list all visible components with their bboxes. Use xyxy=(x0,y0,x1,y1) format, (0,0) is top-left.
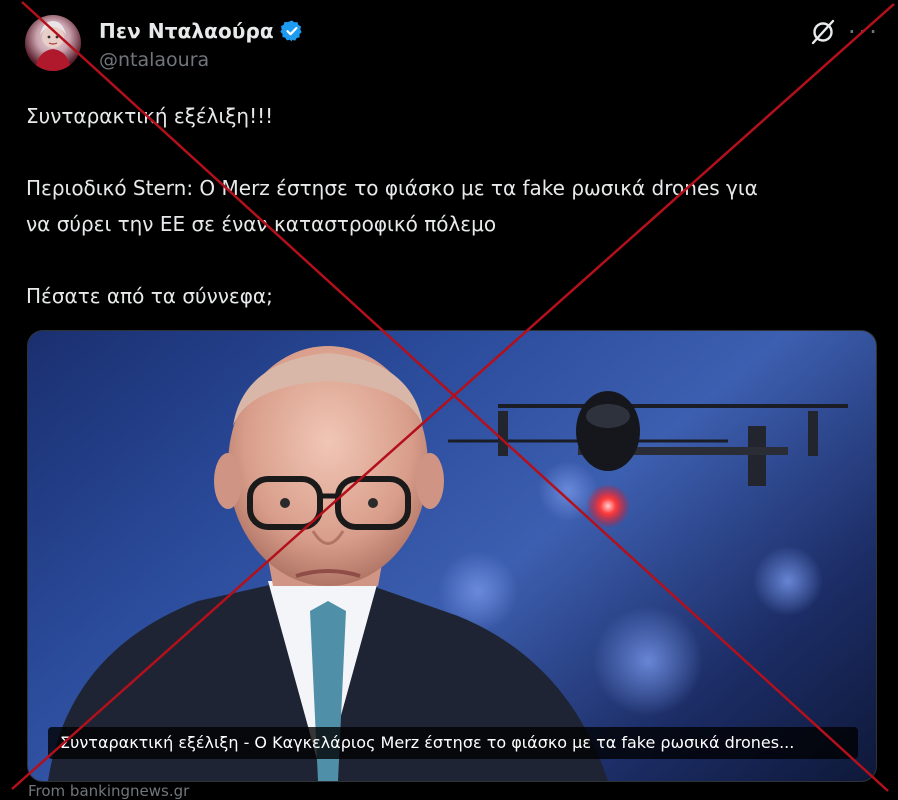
verified-badge-icon xyxy=(280,20,302,42)
news-photo xyxy=(48,346,848,781)
avatar[interactable] xyxy=(25,15,81,71)
tweet-text-line: Συνταρακτική εξέλιξη!!! xyxy=(26,104,274,128)
author-name-row: Πεν Νταλαούρα xyxy=(99,17,304,45)
tweet-text-line: Περιοδικό Stern: Ο Merz έστησε το φιάσκο… xyxy=(26,176,758,200)
card-source[interactable]: From bankingnews.gr xyxy=(28,782,189,800)
tweet: Πεν Νταλαούρα @ntalaoura ··· Συνταρακτικ… xyxy=(0,0,898,800)
author-handle[interactable]: @ntalaoura xyxy=(99,49,209,71)
link-card-image[interactable]: Συνταρακτική εξέλιξη - Ο Καγκελάριος Mer… xyxy=(27,330,877,782)
tweet-text-line: Πέσατε από τα σύννεφα; xyxy=(26,284,273,308)
card-caption: Συνταρακτική εξέλιξη - Ο Καγκελάριος Mer… xyxy=(48,727,858,759)
grok-icon[interactable] xyxy=(808,17,838,47)
tweet-text-line: να σύρει την ΕΕ σε έναν καταστροφικό πόλ… xyxy=(26,212,497,236)
more-icon[interactable]: ··· xyxy=(848,20,882,44)
display-name[interactable]: Πεν Νταλαούρα xyxy=(99,19,274,43)
